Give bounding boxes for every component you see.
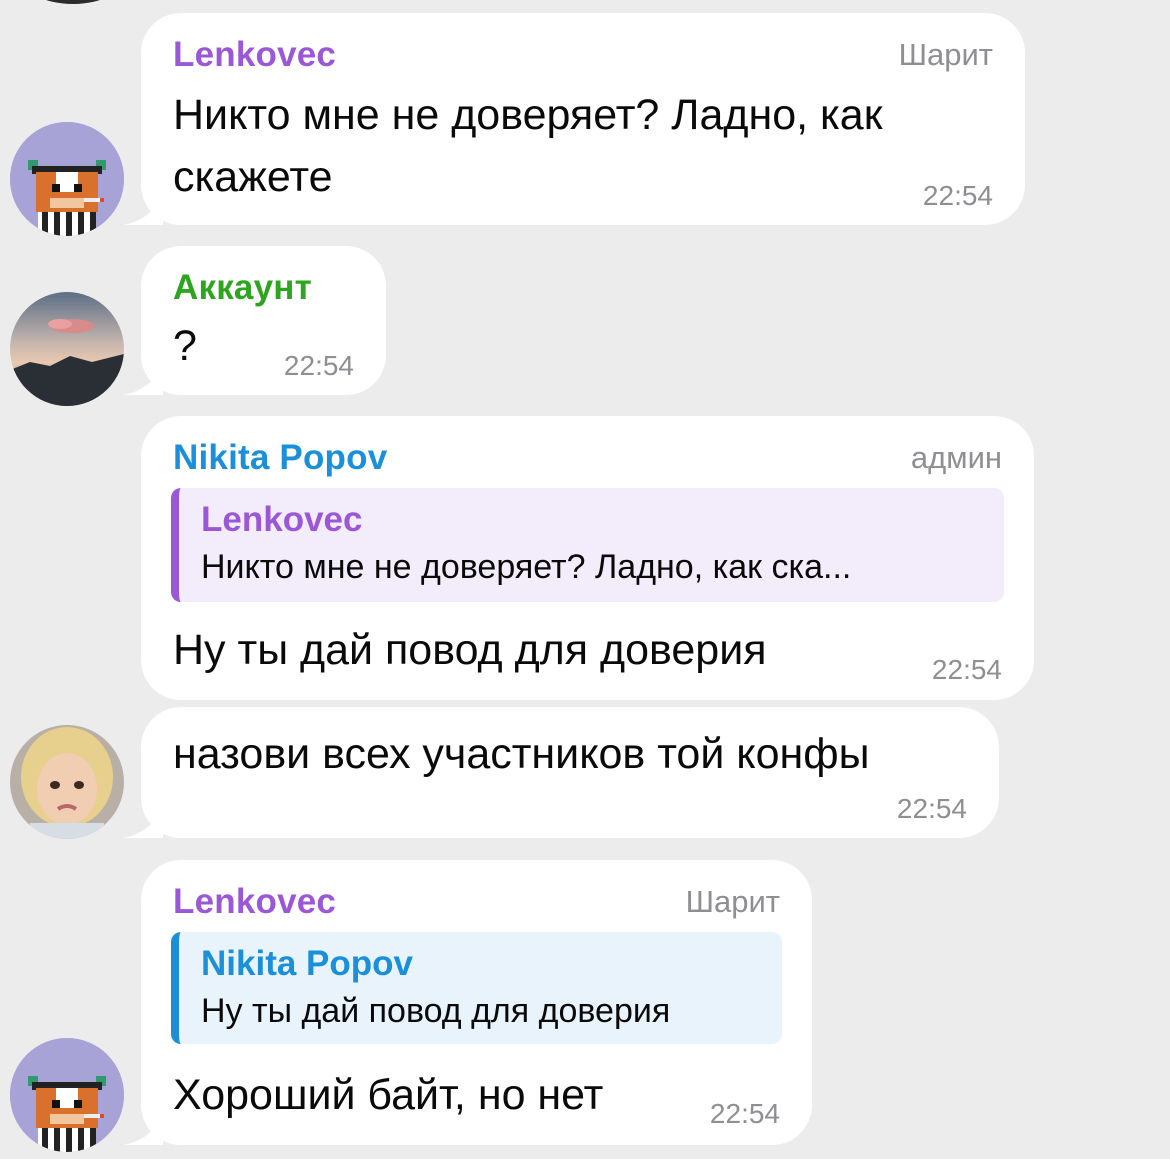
sender-name[interactable]: Lenkovec (173, 882, 336, 922)
message-bubble[interactable]: Lenkovec Шарит Никто мне не доверяет? Ла… (123, 13, 1025, 225)
bubble-tail (123, 1111, 163, 1145)
message-text-line: скажете (173, 153, 333, 201)
bubble-tail (123, 361, 163, 395)
avatar-lenkovec[interactable] (10, 1038, 124, 1152)
message-bubble[interactable]: Lenkovec Шарит Nikita Popov Ну ты дай по… (123, 860, 812, 1145)
cut-off-avatar[interactable] (18, 0, 128, 4)
message-time: 22:54 (709, 1098, 780, 1129)
message-text: назови всех участников той конфы (173, 730, 870, 778)
sender-name[interactable]: Lenkovec (173, 35, 336, 75)
sender-name[interactable]: Nikita Popov (173, 438, 387, 478)
member-role: Шарит (898, 37, 993, 72)
member-role: админ (910, 440, 1002, 475)
message-bubble[interactable]: Nikita Popov админ Lenkovec Никто мне не… (141, 416, 1034, 700)
message-time: 22:54 (896, 793, 967, 824)
avatar-akkaunt[interactable] (10, 292, 124, 406)
message-time: 22:54 (922, 180, 993, 211)
message-text: Ну ты дай повод для доверия (173, 626, 767, 674)
message-text: Хороший байт, но нет (173, 1071, 604, 1119)
reply-sender-name: Nikita Popov (201, 944, 413, 983)
reply-text: Ну ты дай повод для доверия (201, 992, 671, 1030)
pixel-cow-icon (10, 122, 124, 236)
pixel-cow-icon (10, 1038, 124, 1152)
avatar-nikita-popov[interactable] (10, 725, 124, 839)
bubble-tail (123, 191, 163, 225)
message-text: ? (173, 322, 197, 370)
reply-sender-name: Lenkovec (201, 500, 363, 539)
message-bubble[interactable]: Аккаунт ? 22:54 (123, 246, 386, 395)
avatar-lenkovec[interactable] (10, 122, 124, 236)
girl-photo-icon (10, 725, 124, 839)
sunset-mountain-icon (10, 292, 124, 406)
reply-preview[interactable]: Lenkovec Никто мне не доверяет? Ладно, к… (171, 488, 1004, 602)
member-role: Шарит (685, 884, 780, 919)
message-time: 22:54 (931, 654, 1002, 685)
sender-name[interactable]: Аккаунт (173, 268, 312, 308)
message-bubble[interactable]: назови всех участников той конфы 22:54 (123, 707, 999, 838)
reply-text: Никто мне не доверяет? Ладно, как ска... (201, 548, 852, 586)
reply-preview[interactable]: Nikita Popov Ну ты дай повод для доверия (171, 932, 782, 1044)
message-text-line: Никто мне не доверяет? Ладно, как (173, 91, 883, 139)
bubble-tail (123, 804, 163, 838)
message-time: 22:54 (283, 350, 354, 381)
